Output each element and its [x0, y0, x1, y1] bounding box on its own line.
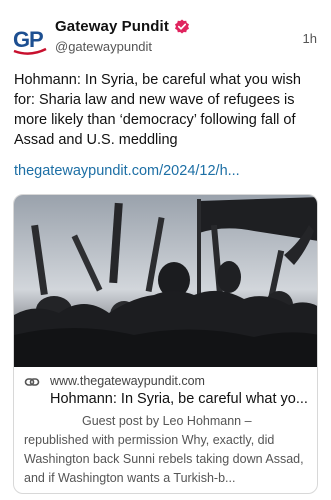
- verified-badge-icon: [174, 19, 190, 35]
- card-title[interactable]: Hohmann: In Syria, be careful what yo...: [50, 391, 312, 407]
- post-timestamp[interactable]: 1h: [303, 31, 317, 46]
- post-text: Hohmann: In Syria, be careful what you w…: [14, 72, 301, 148]
- account-handle[interactable]: @gatewaypundit: [55, 39, 152, 54]
- card-description: Guest post by Leo Hohmann – republished …: [24, 414, 304, 485]
- link-preview-card[interactable]: www.thegatewaypundit.com Hohmann: In Syr…: [13, 194, 318, 494]
- gp-logo-icon: G P: [13, 27, 47, 55]
- post-link[interactable]: thegatewaypundit.com/2024/12/h...: [14, 163, 320, 179]
- avatar[interactable]: G P: [12, 22, 48, 58]
- post-card[interactable]: G P Gateway Pundit @gatewaypundit 1h Hoh…: [0, 0, 331, 500]
- card-domain: www.thegatewaypundit.com: [50, 374, 205, 388]
- svg-text:P: P: [29, 27, 44, 52]
- link-preview-meta: www.thegatewaypundit.com Hohmann: In Syr…: [14, 367, 317, 493]
- account-name[interactable]: Gateway Pundit: [55, 18, 169, 35]
- account-name-row: Gateway Pundit: [55, 18, 190, 35]
- svg-text:G: G: [13, 27, 30, 52]
- article-photo: [14, 195, 317, 367]
- link-icon: [24, 374, 40, 390]
